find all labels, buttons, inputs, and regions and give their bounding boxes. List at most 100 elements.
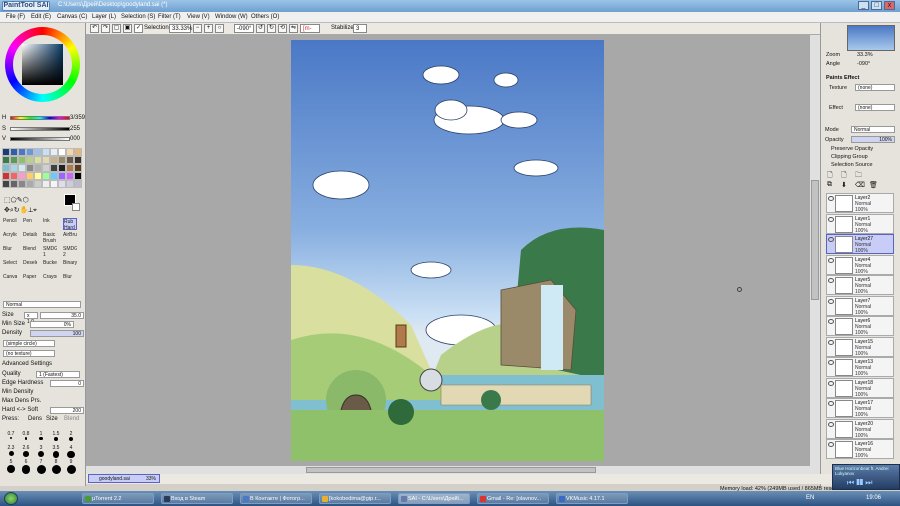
brush-size-preset[interactable]: 0.8 xyxy=(19,431,33,440)
tool-ink[interactable]: Ink xyxy=(43,218,57,230)
horizontal-scroll-thumb[interactable] xyxy=(306,467,596,473)
merge-layer-icon[interactable]: ⬇ xyxy=(841,181,847,189)
visibility-icon[interactable] xyxy=(828,319,834,324)
flip-icon[interactable]: ⇋ xyxy=(289,24,298,33)
brush-shape-select[interactable]: (simple circle) xyxy=(3,340,55,347)
swatch[interactable] xyxy=(58,164,66,172)
horizontal-scrollbar[interactable] xyxy=(86,466,820,474)
swatch[interactable] xyxy=(34,180,42,188)
swatch[interactable] xyxy=(2,148,10,156)
swatch[interactable] xyxy=(74,172,82,180)
menu-view[interactable]: View (V) xyxy=(187,14,210,20)
layer-item[interactable]: Layer27 Normal 100% xyxy=(826,234,894,254)
swatch[interactable] xyxy=(26,172,34,180)
start-button[interactable] xyxy=(4,492,18,505)
undo-icon[interactable]: ↶ xyxy=(90,24,99,33)
size-checkbox[interactable]: Size xyxy=(46,416,58,422)
tool-blur[interactable]: Blur xyxy=(3,246,17,258)
tool-smdg-1[interactable]: SMDG 1 xyxy=(43,246,57,258)
taskbar-item[interactable]: SAI - C:\Users\Дрей\... xyxy=(398,493,470,504)
swatch[interactable] xyxy=(74,180,82,188)
brush-size-preset[interactable]: 2.6 xyxy=(19,445,33,457)
layer-item[interactable]: Layer5 Normal 100% xyxy=(826,275,894,295)
swatch[interactable] xyxy=(42,164,50,172)
rotate-reset-icon[interactable]: ⟲ xyxy=(278,24,287,33)
rotate-right-icon[interactable]: ↻ xyxy=(267,24,276,33)
visibility-icon[interactable] xyxy=(828,257,834,263)
clock[interactable]: 19:06 xyxy=(866,495,881,501)
advanced-settings-toggle[interactable]: Advanced Settings xyxy=(2,361,52,367)
layer-item[interactable]: Layer6 Normal 100% xyxy=(826,316,894,336)
tool-pencil[interactable]: Pencil xyxy=(3,218,17,230)
color-wheel[interactable] xyxy=(5,27,80,102)
swatch[interactable] xyxy=(26,180,34,188)
swatch[interactable] xyxy=(50,180,58,188)
tool-blend[interactable]: Blend xyxy=(23,246,37,258)
visibility-icon[interactable] xyxy=(828,237,834,242)
swatch[interactable] xyxy=(66,164,74,172)
swatch[interactable] xyxy=(74,148,82,156)
visibility-icon[interactable] xyxy=(828,278,834,283)
menu-filter[interactable]: Filter (T) xyxy=(158,14,181,20)
visibility-icon[interactable] xyxy=(828,380,834,386)
brush-size-preset[interactable]: 5 xyxy=(4,459,18,473)
size-multiplier[interactable]: x 1.0 xyxy=(24,312,38,325)
document-tab[interactable]: goodyland.sai 33% xyxy=(88,474,160,483)
quality-select[interactable]: 1 (Fastest) xyxy=(36,371,80,378)
swatch[interactable] xyxy=(2,172,10,180)
layer-item[interactable]: Layer15 Normal 100% xyxy=(826,336,894,357)
blend-mode-select[interactable]: Normal xyxy=(851,126,895,133)
swatch[interactable] xyxy=(42,172,50,180)
swatch[interactable] xyxy=(2,180,10,188)
edge-hardness-value[interactable]: 0 xyxy=(50,380,84,387)
swatch[interactable] xyxy=(34,172,42,180)
tool-select[interactable]: Select xyxy=(3,260,17,272)
swatch[interactable] xyxy=(58,156,66,164)
layer-item[interactable]: Layer13 Normal 100% xyxy=(826,357,894,377)
layer-item[interactable]: Layer7 Normal 100% xyxy=(826,295,894,316)
tool-bucket[interactable]: Bucket xyxy=(43,260,57,272)
minsize-value[interactable]: 0% xyxy=(30,321,74,328)
layer-item[interactable]: Layer4 Normal 100% xyxy=(826,254,894,275)
swatch[interactable] xyxy=(74,164,82,172)
tool-pen[interactable]: Pen xyxy=(23,218,37,230)
swatch-palette[interactable] xyxy=(2,148,84,192)
tool-airbrush[interactable]: AirBrush xyxy=(63,232,77,244)
menu-window[interactable]: Window (W) xyxy=(215,14,248,20)
taskbar-item[interactable]: Gmail - Re: [olavnov... xyxy=(477,493,549,504)
swatch[interactable] xyxy=(18,148,26,156)
effect-select[interactable]: (none) xyxy=(855,104,895,111)
taskbar-item[interactable]: В Контакте | Фотогр... xyxy=(240,493,312,504)
tool-crayon[interactable]: Crayon xyxy=(43,274,57,286)
swatch[interactable] xyxy=(18,172,26,180)
swatch[interactable] xyxy=(34,164,42,172)
brush-size-preset[interactable]: 2.3 xyxy=(4,445,18,456)
brush-size-preset[interactable]: 8 xyxy=(49,459,63,474)
visibility-icon[interactable] xyxy=(828,339,834,345)
saturation-slider[interactable] xyxy=(10,127,70,131)
copy-layer-icon[interactable]: ⧉ xyxy=(827,181,832,189)
swatch[interactable] xyxy=(50,148,58,156)
swatch[interactable] xyxy=(34,148,42,156)
transform-tools-icon[interactable]: ✥⌕↻✋⟂⌖ xyxy=(4,206,37,215)
selection-checkbox[interactable]: ✓ xyxy=(134,24,143,33)
tool-blur[interactable]: Blur xyxy=(63,274,77,286)
tool-paper[interactable]: Paper xyxy=(23,274,37,286)
brush-size-preset[interactable]: 6 xyxy=(19,459,33,474)
swatch[interactable] xyxy=(26,164,34,172)
invert-selection-icon[interactable]: ▣ xyxy=(123,24,132,33)
swatch[interactable] xyxy=(66,172,74,180)
swatch[interactable] xyxy=(66,148,74,156)
title-bar[interactable]: PaintTool SAI C:\Users\Дрей\Desktop\good… xyxy=(0,0,900,12)
swatch[interactable] xyxy=(42,180,50,188)
brush-size-preset[interactable]: 1.5 xyxy=(49,431,63,441)
taskbar-item[interactable]: VKMusic 4.17.1 xyxy=(556,493,628,504)
layer-item[interactable]: Layer20 Normal 100% xyxy=(826,418,894,439)
tool-canvas[interactable]: Canvas xyxy=(3,274,17,286)
brush-size-preset[interactable]: 9 xyxy=(64,459,78,474)
opacity-slider[interactable]: 100% xyxy=(851,136,895,143)
size-value[interactable]: 35.0 xyxy=(40,312,84,319)
texture-select[interactable]: (none) xyxy=(855,84,895,91)
swatch[interactable] xyxy=(10,148,18,156)
selection-source-checkbox[interactable]: Selection Source xyxy=(831,162,873,168)
